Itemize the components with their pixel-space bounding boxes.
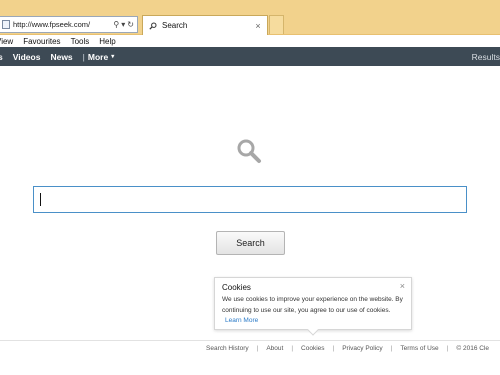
footer-divider: [0, 340, 500, 341]
menu-bar: View Favourites Tools Help: [0, 35, 500, 47]
more-menu[interactable]: More ▾: [88, 52, 114, 62]
refresh-icon[interactable]: ↻: [127, 20, 134, 29]
close-icon[interactable]: ×: [253, 21, 263, 31]
site-nav: s Videos News | More ▾ Results: [0, 47, 500, 66]
tab-search[interactable]: Search ×: [142, 15, 268, 35]
chevron-down-icon: ▾: [111, 54, 115, 60]
nav-item-news[interactable]: News: [50, 52, 72, 62]
footer-link-terms-of-use[interactable]: Terms of Use: [400, 345, 438, 352]
dropdown-icon[interactable]: ▾: [121, 20, 125, 29]
footer-copyright: © 2016 Cle: [456, 344, 490, 352]
nav-item-images[interactable]: s: [0, 52, 3, 62]
nav-separator: |: [82, 51, 85, 62]
search-icon[interactable]: ⚲: [113, 20, 119, 29]
footer-separator: |: [291, 344, 294, 352]
learn-more-link[interactable]: Learn More: [225, 317, 258, 324]
footer-separator: |: [332, 344, 335, 352]
footer-separator: |: [390, 344, 393, 352]
footer: Search History | About | Cookies | Priva…: [206, 343, 489, 353]
menu-view[interactable]: View: [0, 37, 13, 46]
search-icon: [236, 138, 262, 164]
address-bar[interactable]: http://www.fpseek.com/ ⚲ ▾ ↻: [0, 16, 138, 33]
new-tab-button[interactable]: [269, 15, 284, 34]
search-input[interactable]: [33, 186, 467, 213]
nav-item-videos[interactable]: Videos: [13, 52, 41, 62]
footer-link-search-history[interactable]: Search History: [206, 345, 249, 352]
address-url[interactable]: http://www.fpseek.com/: [13, 20, 113, 29]
cookie-message: We use cookies to improve your experienc…: [222, 296, 403, 314]
cookie-popup: Cookies We use cookies to improve your e…: [214, 277, 412, 330]
tab-title: Search: [162, 21, 188, 30]
menu-favourites[interactable]: Favourites: [23, 37, 60, 46]
footer-separator: |: [446, 344, 449, 352]
text-cursor: [40, 193, 41, 206]
menu-tools[interactable]: Tools: [71, 37, 90, 46]
results-label[interactable]: Results: [472, 52, 500, 62]
cookie-title: Cookies: [222, 283, 251, 292]
page-icon: [2, 20, 10, 29]
footer-link-privacy-policy[interactable]: Privacy Policy: [342, 345, 382, 352]
footer-link-about[interactable]: About: [266, 345, 283, 352]
menu-help[interactable]: Help: [99, 37, 115, 46]
close-icon[interactable]: ×: [400, 281, 405, 291]
search-icon: [149, 22, 157, 30]
footer-link-cookies[interactable]: Cookies: [301, 345, 324, 352]
cookie-text: We use cookies to improve your experienc…: [222, 295, 404, 327]
more-label: More: [87, 51, 109, 62]
footer-separator: |: [256, 344, 259, 352]
search-button[interactable]: Search: [216, 231, 285, 255]
